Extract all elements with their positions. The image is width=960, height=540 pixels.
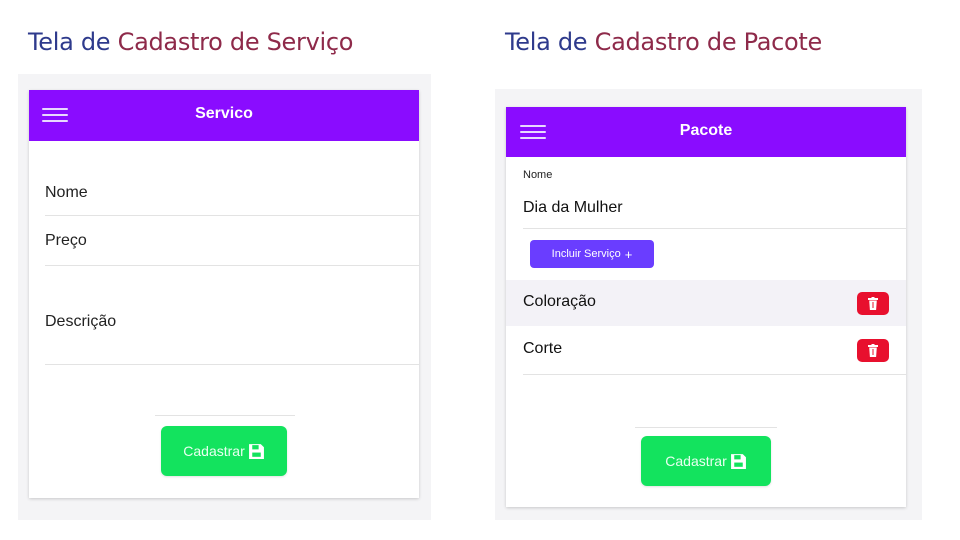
divider [635, 427, 777, 428]
button-label: Cadastrar [665, 453, 727, 469]
cadastrar-button[interactable]: Cadastrar [161, 426, 287, 476]
heading-prefix: Tela de [505, 28, 588, 56]
list-item: Corte [506, 327, 906, 373]
button-label: Incluir Serviço [551, 248, 621, 260]
list-item: Coloração [506, 280, 906, 326]
servico-screen-heading: Tela de Cadastro de Serviço [28, 28, 353, 56]
cadastrar-button[interactable]: Cadastrar [641, 436, 771, 486]
nome-label: Nome [523, 169, 553, 181]
heading-title: Cadastro de Pacote [594, 28, 823, 56]
divider [45, 265, 419, 266]
plus-icon: + [624, 246, 633, 262]
trash-icon [868, 297, 878, 310]
floppy-disk-icon [730, 453, 746, 469]
preco-field[interactable]: Preço [45, 232, 87, 250]
heading-prefix: Tela de [28, 28, 111, 56]
divider [523, 228, 906, 229]
servico-screen: Servico Nome Preço Descrição Cadastrar [29, 90, 419, 498]
pacote-app-bar: Pacote [506, 107, 906, 157]
nome-input[interactable]: Dia da Mulher [523, 199, 623, 217]
app-bar-title: Pacote [679, 122, 733, 139]
delete-button[interactable] [857, 339, 889, 362]
divider [45, 215, 419, 216]
servico-app-bar: Servico [29, 90, 419, 141]
nome-field[interactable]: Nome [45, 184, 88, 202]
button-label: Cadastrar [183, 443, 245, 459]
divider [45, 364, 419, 365]
service-name: Coloração [523, 293, 596, 310]
app-bar-title: Servico [195, 105, 253, 122]
service-name: Corte [523, 340, 563, 357]
divider [523, 374, 906, 375]
delete-button[interactable] [857, 292, 889, 315]
floppy-disk-icon [248, 443, 264, 459]
pacote-screen-heading: Tela de Cadastro de Pacote [505, 28, 822, 56]
trash-icon [868, 344, 878, 357]
heading-title: Cadastro de Serviço [117, 28, 354, 56]
pacote-screen: Pacote Nome Dia da Mulher Incluir Serviç… [506, 107, 906, 507]
divider [155, 415, 295, 416]
descricao-field[interactable]: Descrição [45, 313, 116, 331]
add-service-button[interactable]: Incluir Serviço + [530, 240, 654, 268]
